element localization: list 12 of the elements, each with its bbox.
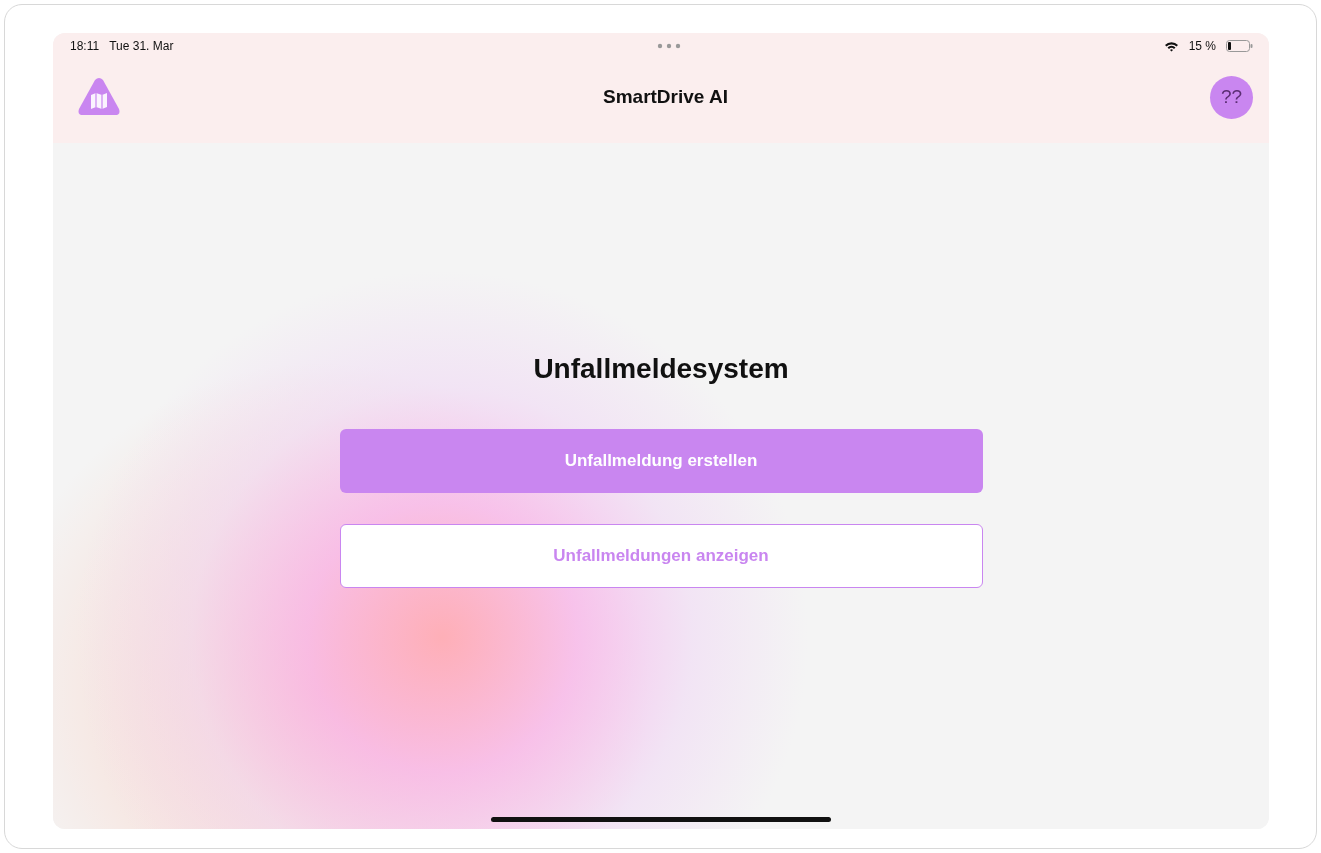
status-date: Tue 31. Mar bbox=[109, 39, 174, 53]
page-heading: Unfallmeldesystem bbox=[533, 353, 789, 385]
view-reports-button[interactable]: Unfallmeldungen anzeigen bbox=[339, 524, 983, 588]
app-title: SmartDrive AI bbox=[602, 86, 729, 108]
create-report-button[interactable]: Unfallmeldung erstellen bbox=[339, 429, 983, 493]
battery-icon bbox=[1226, 40, 1253, 52]
user-avatar[interactable]: ?? bbox=[1210, 75, 1253, 119]
battery-percentage: 15 % bbox=[1188, 39, 1216, 53]
map-logo-icon[interactable] bbox=[77, 77, 121, 117]
more-icon[interactable] bbox=[656, 43, 681, 49]
wifi-icon bbox=[1163, 40, 1179, 52]
status-time: 18:11 bbox=[70, 39, 100, 53]
